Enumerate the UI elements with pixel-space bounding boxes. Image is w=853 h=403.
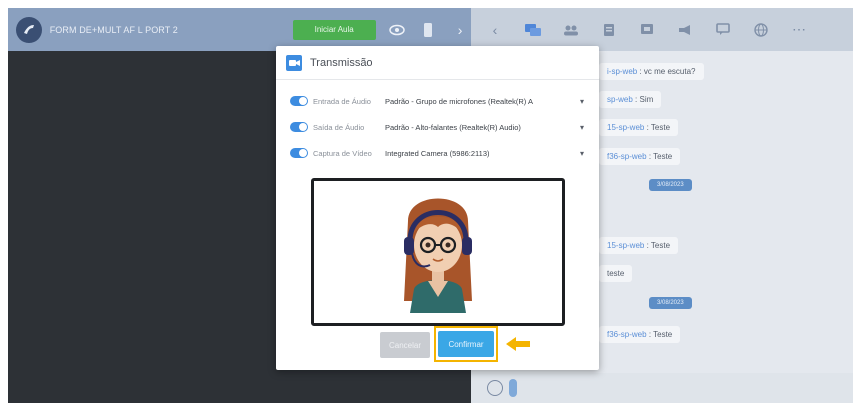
chat-message: f36-sp-web : Teste (599, 148, 681, 165)
message-sender: f36-sp-web (607, 330, 647, 339)
start-class-button[interactable]: Iniciar Aula (292, 19, 376, 40)
video-capture-label: Captura de Vídeo (313, 148, 372, 158)
chat-message: teste (599, 265, 633, 282)
chat-message: 15-sp-web : Teste (599, 119, 679, 136)
video-capture-toggle[interactable] (290, 148, 308, 158)
message-text: : Sim (635, 95, 654, 104)
audio-input-select[interactable]: Padrão - Grupo de microfones (Realtek(R)… (385, 97, 576, 106)
dialog-title: Transmissão (310, 56, 373, 69)
video-capture-row: Captura de Vídeo Integrated Camera (5986… (290, 146, 584, 160)
avatar-illustration (404, 198, 472, 313)
cancel-button[interactable]: Cancelar (380, 332, 430, 358)
room-title: FORM DE+MULT AF L PORT 2 (49, 24, 178, 35)
message-sender: f36-sp-web (607, 152, 647, 161)
chat-message: sp-web : Sim (599, 91, 662, 108)
phone-icon[interactable] (418, 19, 440, 41)
video-capture-select[interactable]: Integrated Camera (5986:2113) (385, 149, 576, 158)
chat-message: f36-sp-web : Teste (599, 326, 681, 343)
message-text: : Teste (646, 241, 671, 250)
transmission-dialog: Transmissão Entrada de Áudio Padrão - Gr… (276, 46, 599, 370)
document-icon[interactable] (595, 16, 623, 44)
audio-output-select[interactable]: Padrão - Alto-falantes (Realtek(R) Audio… (385, 123, 576, 132)
megaphone-icon[interactable] (671, 16, 699, 44)
arrow-pointer-icon (506, 337, 530, 351)
users-icon[interactable] (557, 16, 585, 44)
screen-share-icon[interactable] (633, 16, 661, 44)
audio-output-row: Saída de Áudio Padrão - Alto-falantes (R… (290, 120, 584, 134)
camera-icon (286, 54, 302, 71)
chevron-down-icon[interactable]: ▾ (580, 97, 584, 106)
comment-icon[interactable] (709, 16, 737, 44)
phone-logo-icon (23, 24, 34, 34)
dialog-header: Transmissão (276, 46, 599, 80)
chevron-down-icon[interactable]: ▾ (580, 123, 584, 132)
audio-input-label: Entrada de Áudio (313, 96, 371, 106)
chat-message: i-sp-web : vc me escuta? (599, 63, 704, 80)
chevron-right-icon[interactable]: › (449, 19, 471, 41)
attach-icon[interactable] (509, 379, 517, 397)
message-sender: sp-web (607, 95, 633, 104)
date-chip: 3/08/2023 (649, 179, 692, 191)
message-text: : Teste (648, 152, 673, 161)
globe-icon[interactable] (747, 16, 775, 44)
audio-input-toggle[interactable] (290, 96, 308, 106)
emoji-icon[interactable] (487, 380, 503, 396)
message-sender: i-sp-web (607, 67, 638, 76)
chevron-left-icon[interactable]: ‹ (481, 16, 509, 44)
more-icon[interactable]: ⋯ (785, 16, 813, 44)
message-text: : Teste (648, 330, 673, 339)
chat-icon[interactable] (519, 16, 547, 44)
message-text: : Teste (646, 123, 671, 132)
date-chip: 3/08/2023 (649, 297, 692, 309)
message-text: teste (607, 269, 625, 278)
message-text: : vc me escuta? (639, 67, 696, 76)
top-bar: FORM DE+MULT AF L PORT 2 Iniciar Aula › … (8, 8, 853, 51)
confirm-highlight: Confirmar (434, 326, 498, 362)
confirm-button[interactable]: Confirmar (438, 331, 494, 357)
chevron-down-icon[interactable]: ▾ (580, 149, 584, 158)
audio-input-row: Entrada de Áudio Padrão - Grupo de micro… (290, 94, 584, 108)
app-logo[interactable] (16, 16, 42, 43)
chat-input-bar (471, 373, 853, 403)
audio-output-label: Saída de Áudio (313, 122, 365, 132)
top-bar-left: FORM DE+MULT AF L PORT 2 Iniciar Aula › (8, 8, 471, 51)
chat-message: 15-sp-web : Teste (599, 237, 679, 254)
top-bar-right: ‹ ⋯ (471, 8, 853, 51)
eye-icon[interactable] (386, 19, 408, 41)
audio-output-toggle[interactable] (290, 122, 308, 132)
message-sender: 15-sp-web (607, 241, 645, 250)
message-sender: 15-sp-web (607, 123, 645, 132)
camera-preview (311, 178, 565, 326)
